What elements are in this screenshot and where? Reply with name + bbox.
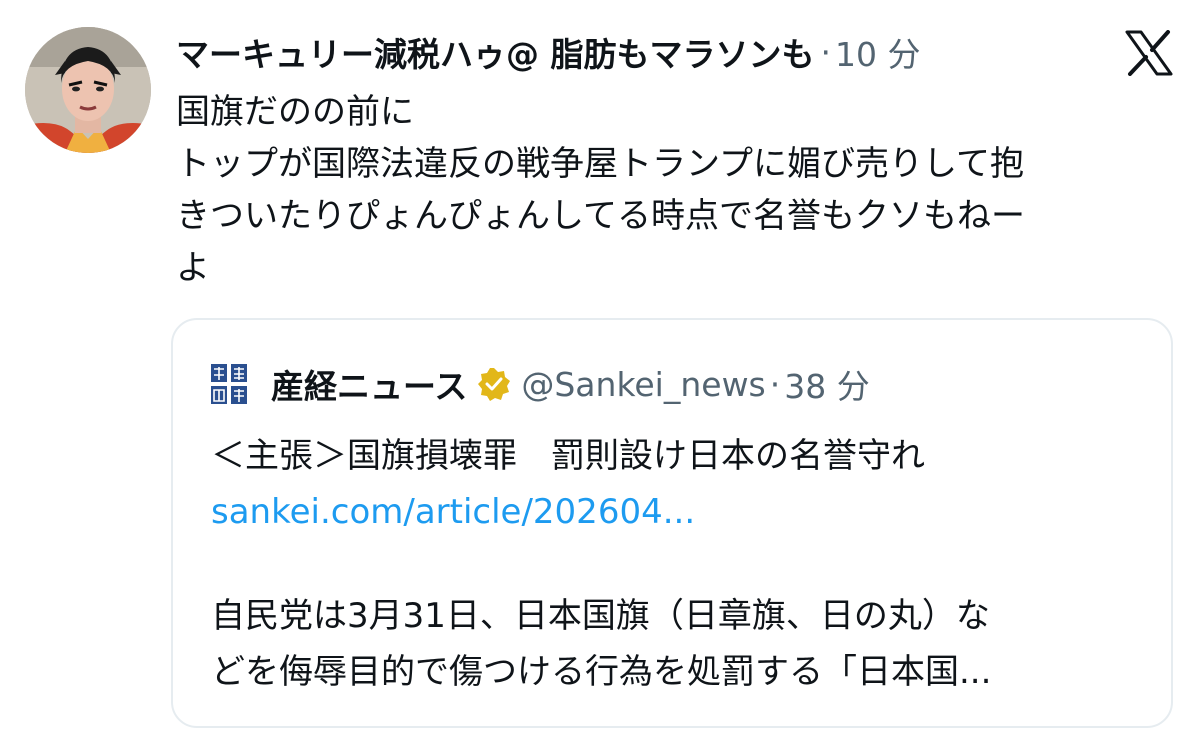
quote-body-line: 自民党は3月31日、日本国旗（日章旗、日の丸）な: [211, 596, 990, 636]
tweet-text-line: 国旗だのの前に: [176, 92, 414, 132]
tweet-text-line: トップが国際法違反の戦争屋トランプに媚び売りして抱: [176, 144, 1024, 184]
verified-badge-icon: [477, 367, 511, 401]
tweet-header: マーキュリー減税ハゥ@ 脂肪もマラソンも · 10 分: [176, 22, 920, 82]
quote-body-line: どを侮辱目的で傷つける行為を処罰する「日本国...: [211, 652, 992, 692]
tweet-timestamp[interactable]: 10 分: [835, 28, 920, 76]
tweet-text: 国旗だのの前に トップが国際法違反の戦争屋トランプに媚び売りして抱 きついたりぴ…: [176, 86, 1176, 294]
quote-body: 自民党は3月31日、日本国旗（日章旗、日の丸）な どを侮辱目的で傷つける行為を処…: [211, 588, 1151, 700]
quote-article-link[interactable]: sankei.com/article/202604...: [211, 486, 695, 538]
quote-author-name[interactable]: 産経ニュース: [271, 360, 467, 408]
quote-header: 産経ニュース @Sankei_news · 38 分: [207, 358, 870, 410]
sankei-logo-icon: [207, 361, 253, 407]
quote-timestamp[interactable]: 38 分: [784, 360, 869, 408]
quote-headline: ＜主張＞国旗損壊罪 罰則設け日本の名誉守れ: [211, 436, 925, 476]
user-avatar-icon[interactable]: [25, 27, 151, 153]
author-display-name[interactable]: マーキュリー減税ハゥ@ 脂肪もマラソンも: [176, 28, 815, 76]
x-logo-icon: [1124, 30, 1174, 76]
tweet-text-line: よ: [176, 248, 210, 288]
tweet[interactable]: マーキュリー減税ハゥ@ 脂肪もマラソンも · 10 分 国旗だのの前に トップが…: [0, 0, 1200, 750]
tweet-text-line: きついたりぴょんぴょんしてる時点で名誉もクソもねー: [176, 196, 1025, 236]
quote-tweet-card[interactable]: 産経ニュース @Sankei_news · 38 分 ＜主張＞国旗損壊罪 罰則設…: [171, 318, 1173, 728]
separator-dot: ·: [769, 364, 781, 404]
quote-author-handle[interactable]: @Sankei_news: [521, 365, 765, 404]
separator-dot: ·: [820, 32, 832, 72]
